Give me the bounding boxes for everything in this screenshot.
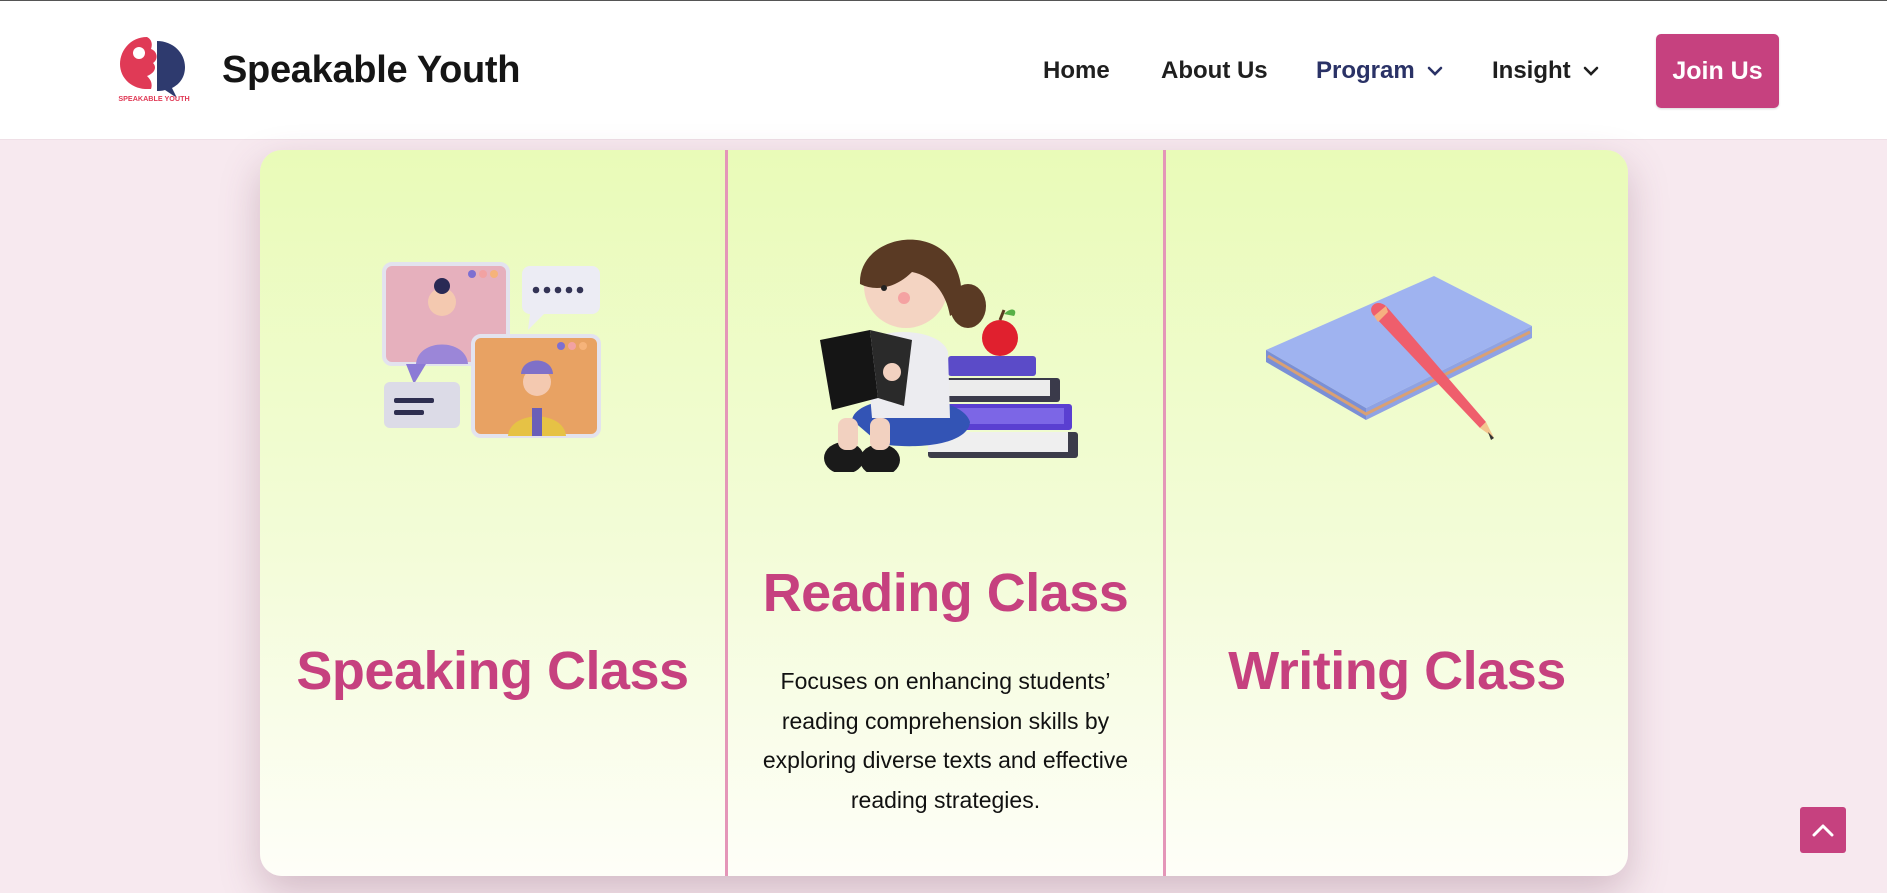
video-call-illustration	[382, 262, 601, 438]
nav-label: Insight	[1492, 57, 1571, 84]
program-cards: Speaking Class Reading Class Focuses on …	[260, 150, 1628, 876]
card-writing-class[interactable]: Writing Class	[1166, 150, 1628, 876]
card-speaking-class[interactable]: Speaking Class	[260, 150, 725, 876]
logo-wordmark: SPEAKABLE YOUTH	[118, 94, 189, 103]
scroll-to-top-button[interactable]	[1800, 807, 1846, 853]
card-title: Writing Class	[1228, 641, 1566, 701]
chevron-down-icon	[1427, 66, 1443, 76]
card-reading-class[interactable]: Reading Class Focuses on enhancing stude…	[725, 150, 1166, 876]
nav-item-home[interactable]: Home	[1043, 57, 1110, 85]
reading-girl-illustration	[820, 239, 1078, 472]
card-description: Focuses on enhancing students’ reading c…	[762, 668, 1129, 813]
site-header: SPEAKABLE YOUTH Speakable Youth Home Abo…	[0, 1, 1887, 140]
join-us-button[interactable]: Join Us	[1656, 34, 1779, 108]
nav-label: Home	[1043, 57, 1110, 84]
nav-label: About Us	[1161, 57, 1268, 84]
card-title: Speaking Class	[296, 641, 689, 701]
nav-item-program[interactable]: Program	[1316, 57, 1443, 85]
brand-name[interactable]: Speakable Youth	[222, 49, 520, 92]
chevron-down-icon	[1583, 66, 1598, 76]
nav-item-about-us[interactable]: About Us	[1161, 57, 1268, 85]
notebook-pen-illustration	[1266, 276, 1532, 440]
chevron-up-icon	[1812, 824, 1834, 837]
nav-item-insight[interactable]: Insight	[1492, 57, 1599, 85]
brand-logo[interactable]: SPEAKABLE YOUTH	[117, 33, 191, 103]
nav-label: Program	[1316, 57, 1415, 84]
card-title: Reading Class	[762, 563, 1129, 623]
